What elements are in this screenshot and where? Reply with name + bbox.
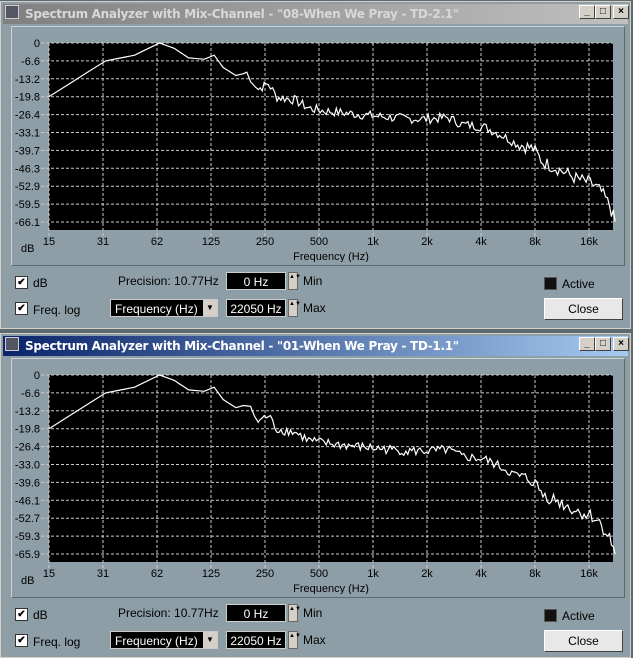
y-tick-label: 0 <box>34 38 40 50</box>
y-tick-label: -52.9 <box>15 181 40 193</box>
max-spinner[interactable]: ▲▼ <box>288 299 301 317</box>
spectrum-plot: 15 31 62 125 250 500 1k 2k 4k 8k 16k 0 -6.6 -13.2 -19.… <box>15 370 616 594</box>
x-tick-label: 8k <box>529 568 541 580</box>
precision-label: Precision: 10.77Hz <box>118 606 219 620</box>
axis-select-dropdown[interactable]: Frequency (Hz) ▼ <box>110 631 218 649</box>
spectrum-analyzer-window: Spectrum Analyzer with Mix-Channel - "01… <box>0 333 631 658</box>
x-tick-label: 2k <box>421 568 433 580</box>
min-spinner[interactable]: ▲▼ <box>288 604 301 622</box>
y-tick-label: -33.0 <box>15 460 40 472</box>
max-frequency-field[interactable]: 22050 Hz <box>226 299 286 317</box>
y-tick-label: -26.4 <box>15 442 40 454</box>
x-tick-label: 1k <box>367 236 379 248</box>
y-tick-label: -13.2 <box>15 406 40 418</box>
max-label: Max <box>303 633 326 647</box>
freq-log-label: Freq. log <box>33 635 81 649</box>
x-tick-label: 125 <box>202 568 220 580</box>
active-label: Active <box>562 277 595 291</box>
x-tick-label: 4k <box>475 236 487 248</box>
precision-label: Precision: 10.77Hz <box>118 274 219 288</box>
active-label: Active <box>562 609 595 623</box>
max-label: Max <box>303 301 326 315</box>
db-checkbox[interactable]: ✔ <box>15 608 28 621</box>
max-spinner[interactable]: ▲▼ <box>288 631 301 649</box>
min-label: Min <box>303 274 323 288</box>
x-tick-label: 125 <box>202 236 220 248</box>
max-frequency-field[interactable]: 22050 Hz <box>226 631 286 649</box>
plot-background <box>49 375 613 562</box>
axis-select-value: Frequency (Hz) <box>115 634 198 648</box>
y-tick-label: -65.9 <box>15 549 40 561</box>
freq-log-label: Freq. log <box>33 303 81 317</box>
axis-select-dropdown[interactable]: Frequency (Hz) ▼ <box>110 299 218 317</box>
y-tick-label: -59.5 <box>15 199 40 211</box>
x-tick-label: 16k <box>580 568 598 580</box>
x-tick-label: 250 <box>256 568 274 580</box>
y-tick-label: -6.6 <box>21 56 40 68</box>
y-tick-label: -46.1 <box>15 495 40 507</box>
freq-log-checkbox[interactable]: ✔ <box>15 634 28 647</box>
y-tick-label: -19.8 <box>15 92 40 104</box>
x-tick-label: 31 <box>97 236 109 248</box>
y-tick-label: -39.7 <box>15 145 40 157</box>
x-tick-label: 2k <box>421 236 433 248</box>
active-checkbox[interactable] <box>544 277 557 290</box>
spectrum-plot: 15 31 62 125 250 500 1k 2k 4k 8k 16k 0 -6.6 -13.2 -19.… <box>15 38 616 262</box>
y-tick-label: -13.2 <box>15 74 40 86</box>
x-axis-label: Frequency (Hz) <box>293 583 369 594</box>
x-tick-label: 16k <box>580 236 598 248</box>
min-frequency-field[interactable]: 0 Hz <box>226 604 286 622</box>
spectrum-analyzer-window: Spectrum Analyzer with Mix-Channel - "08… <box>0 1 631 329</box>
x-tick-label: 500 <box>310 236 328 248</box>
y-tick-label: -59.3 <box>15 531 40 543</box>
x-tick-label: 62 <box>151 568 163 580</box>
x-tick-label: 1k <box>367 568 379 580</box>
active-checkbox[interactable] <box>544 609 557 622</box>
y-tick-label: -19.8 <box>15 424 40 436</box>
x-tick-label: 8k <box>529 236 541 248</box>
min-spinner[interactable]: ▲▼ <box>288 272 301 290</box>
y-unit-label: dB <box>21 243 34 255</box>
x-tick-label: 250 <box>256 236 274 248</box>
db-checkbox[interactable]: ✔ <box>15 276 28 289</box>
plot-background <box>49 43 613 230</box>
x-axis-label: Frequency (Hz) <box>293 251 369 262</box>
db-label: dB <box>33 608 48 622</box>
axis-select-value: Frequency (Hz) <box>115 302 198 316</box>
chevron-down-icon[interactable]: ▼ <box>203 300 217 316</box>
freq-log-checkbox[interactable]: ✔ <box>15 302 28 315</box>
y-tick-label: 0 <box>34 370 40 382</box>
y-tick-label: -26.4 <box>15 110 40 122</box>
x-tick-label: 15 <box>43 568 55 580</box>
close-button[interactable]: Close <box>544 298 623 320</box>
x-tick-label: 15 <box>43 236 55 248</box>
x-tick-label: 4k <box>475 568 487 580</box>
y-tick-label: -39.6 <box>15 477 40 489</box>
x-tick-label: 62 <box>151 236 163 248</box>
x-tick-label: 31 <box>97 568 109 580</box>
y-tick-label: -52.7 <box>15 513 40 525</box>
close-button[interactable]: Close <box>544 630 623 652</box>
y-tick-label: -33.1 <box>15 128 40 140</box>
chevron-down-icon[interactable]: ▼ <box>203 632 217 648</box>
min-label: Min <box>303 606 323 620</box>
y-unit-label: dB <box>21 575 34 587</box>
y-tick-label: -66.1 <box>15 217 40 229</box>
y-tick-label: -46.3 <box>15 163 40 175</box>
min-frequency-field[interactable]: 0 Hz <box>226 272 286 290</box>
db-label: dB <box>33 276 48 290</box>
x-tick-label: 500 <box>310 568 328 580</box>
y-tick-label: -6.6 <box>21 388 40 400</box>
